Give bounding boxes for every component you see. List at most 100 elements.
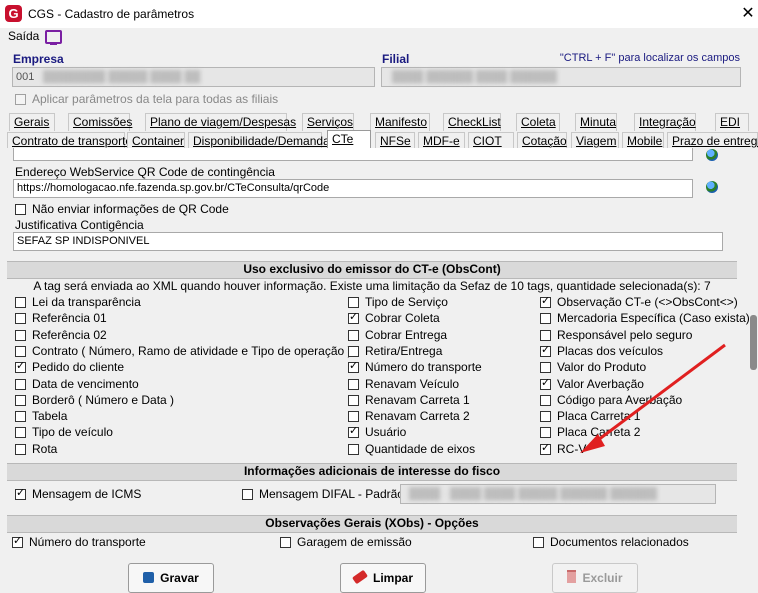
obscont-option[interactable]: Referência 02 [15,328,107,343]
delete-button-label: Excluir [582,571,623,585]
obscont-option[interactable]: Renavam Carreta 1 [348,393,470,408]
obscont-info: A tag será enviada ao XML quando houver … [33,279,711,293]
obscont-checkbox[interactable] [15,313,26,325]
tab-edi[interactable]: EDI [715,113,749,131]
saida-menu[interactable]: Saída [8,29,39,43]
obscont-option[interactable]: Rota [15,442,57,457]
tab-gerais[interactable]: Gerais [9,113,55,131]
obscont-checkbox[interactable] [540,295,551,308]
obscont-checkbox[interactable] [540,329,551,341]
xobs-checkbox-2[interactable] [280,537,291,548]
qr-contingency-field[interactable]: https://homologacao.nfe.fazenda.sp.gov.b… [13,179,693,198]
qr-no-send-option[interactable]: Não enviar informações de QR Code [15,202,229,217]
obscont-checkbox[interactable] [348,378,359,390]
obscont-checkbox[interactable] [348,443,359,455]
obscont-option[interactable]: Tabela [15,409,67,424]
monitor-icon[interactable] [45,30,62,45]
globe-icon[interactable] [706,181,718,193]
fisco-header: Informações adicionais de interesse do f… [7,463,737,481]
obscont-option[interactable]: Número do transporte [348,360,482,375]
tab-minuta[interactable]: Minuta [575,113,617,131]
obscont-option-label: Lei da transparência [32,295,141,309]
obscont-option[interactable]: Renavam Carreta 2 [348,409,470,424]
obscont-option[interactable]: Contrato ( Número, Ramo de atividade e T… [15,344,352,359]
obscont-option[interactable]: Borderô ( Número e Data ) [15,393,174,408]
obscont-checkbox[interactable] [348,311,359,325]
obscont-checkbox[interactable] [540,313,551,325]
xobs-option-2[interactable]: Garagem de emissão [280,535,412,548]
obscont-checkbox[interactable] [15,378,26,390]
obscont-checkbox[interactable] [348,394,359,406]
qr-no-send-label: Não enviar informações de QR Code [32,202,229,216]
obscont-option[interactable]: Pedido do cliente [15,360,124,375]
tab-checklist[interactable]: CheckList [443,113,501,131]
obscont-option[interactable]: Cobrar Coleta [348,311,440,326]
obscont-option[interactable]: Usuário [348,425,406,440]
obscont-option[interactable]: Observação CT-e (<>ObsCont<>) [540,295,738,310]
justification-field[interactable]: SEFAZ SP INDISPONIVEL [13,232,723,251]
obscont-checkbox[interactable] [540,394,551,406]
obscont-checkbox[interactable] [15,345,26,357]
tab-manifesto[interactable]: Manifesto [370,113,430,131]
obscont-checkbox[interactable] [540,427,551,439]
apply-all-checkbox [15,94,26,105]
obscont-option-label: Retira/Entrega [365,343,443,358]
obscont-checkbox[interactable] [15,297,26,308]
icms-message-option[interactable]: Mensagem de ICMS [15,487,141,502]
obscont-checkbox[interactable] [540,442,551,455]
tab-comissoes[interactable]: Comissões [68,113,132,131]
tabs-row-1: Gerais Comissões Plano de viagem/Despesa… [7,113,757,132]
obscont-checkbox[interactable] [348,425,359,439]
obscont-option[interactable]: Data de vencimento [15,377,139,392]
empresa-code: 001 [16,71,35,83]
xobs-label-1: Número do transporte [29,535,146,548]
obscont-option[interactable]: Cobrar Entrega [348,328,447,343]
obscont-option[interactable]: Lei da transparência [15,295,141,310]
obscont-option[interactable]: Quantidade de eixos [348,442,475,457]
tab-cte[interactable]: CTe [327,130,371,150]
obscont-checkbox[interactable] [348,297,359,308]
difal-message-checkbox[interactable] [242,489,253,500]
close-icon[interactable]: ✕ [738,0,758,28]
obscont-checkbox[interactable] [348,345,359,357]
obscont-checkbox[interactable] [348,411,359,423]
obscont-option[interactable]: Mercadoria Específica (Caso exista) [540,311,749,326]
obscont-checkbox[interactable] [540,377,551,390]
clear-button[interactable]: Limpar [340,563,426,593]
tab-integracao[interactable]: Integração [634,113,696,131]
obscont-option-label: Pedido do cliente [32,360,125,375]
scrollbar-thumb[interactable] [750,315,757,370]
empresa-label: Empresa [13,52,64,66]
obscont-checkbox[interactable] [348,360,359,374]
difal-message-option[interactable]: Mensagem DIFAL - Padrão [242,487,404,502]
xobs-checkbox-3[interactable] [533,537,544,548]
obscont-checkbox[interactable] [15,394,26,406]
obscont-option[interactable]: Tipo de Serviço [348,295,448,310]
xobs-checkbox-1[interactable] [12,535,23,548]
tab-plano-viagem[interactable]: Plano de viagem/Despesas [145,113,296,131]
obscont-option[interactable]: Tipo de veículo [15,425,113,440]
eraser-icon [351,569,369,585]
obscont-checkbox[interactable] [15,427,26,439]
obscont-checkbox[interactable] [15,443,26,455]
obscont-option[interactable]: Renavam Veículo [348,377,459,392]
obscont-checkbox[interactable] [540,411,551,423]
obscont-option-label: Cobrar Entrega [365,327,448,342]
save-button[interactable]: Gravar [128,563,214,593]
tab-coleta[interactable]: Coleta [516,113,560,131]
tab-servicos[interactable]: Serviços [302,113,354,131]
qr-url-field-partial[interactable] [13,148,693,161]
obscont-checkbox[interactable] [15,411,26,423]
obscont-option[interactable]: Referência 01 [15,311,107,326]
obscont-checkbox[interactable] [540,344,551,357]
xobs-option-1[interactable]: Número do transporte [12,535,146,548]
obscont-checkbox[interactable] [540,362,551,374]
obscont-option[interactable]: Retira/Entrega [348,344,442,359]
obscont-checkbox[interactable] [15,360,26,374]
obscont-checkbox[interactable] [15,329,26,341]
qr-no-send-checkbox[interactable] [15,204,26,215]
icms-message-checkbox[interactable] [15,487,26,500]
globe-icon[interactable] [706,149,718,161]
obscont-checkbox[interactable] [348,329,359,341]
xobs-option-3[interactable]: Documentos relacionados [533,535,689,548]
